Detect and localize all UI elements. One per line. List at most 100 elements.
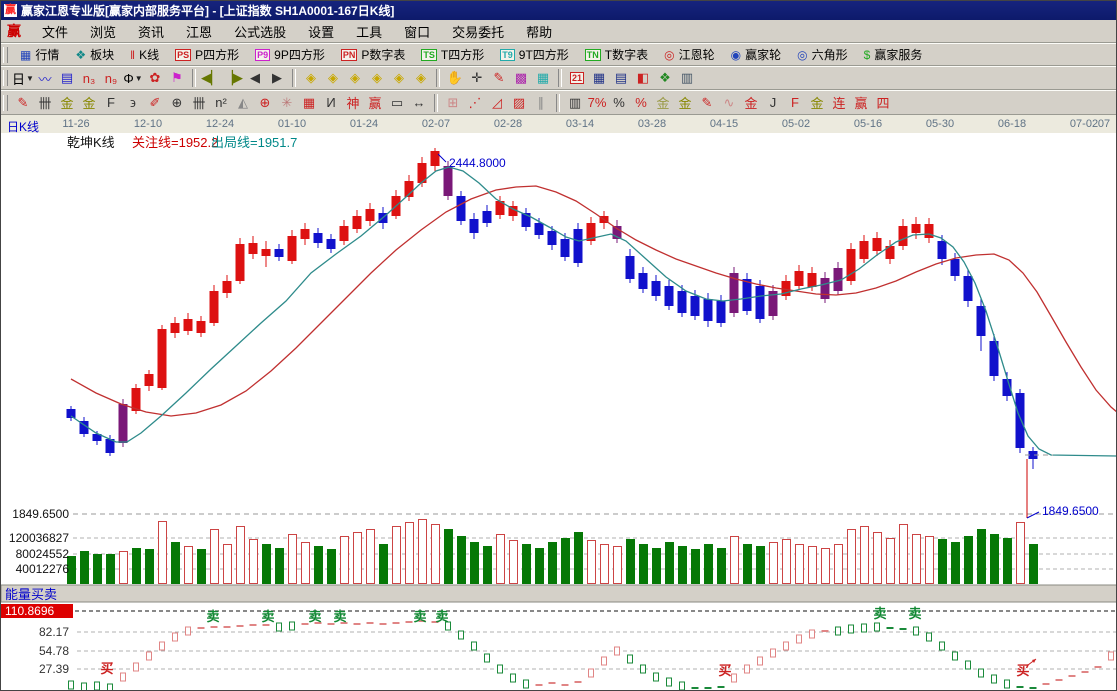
nav-tool-15[interactable]: ◈: [322, 68, 344, 88]
menu-item-文件[interactable]: 文件: [31, 20, 79, 43]
toolbar-button-六角形[interactable]: ◎六角形: [789, 45, 856, 65]
toolbar-button-9T四方形[interactable]: T99T四方形: [492, 45, 577, 65]
draw-tool-22[interactable]: ◿: [486, 93, 508, 113]
toolbar-button-T数字表[interactable]: TNT数字表: [577, 45, 656, 65]
draw-tool-13[interactable]: ▦: [298, 93, 320, 113]
draw-tool-7[interactable]: ⊕: [166, 93, 188, 113]
toolbar-button-K线[interactable]: ‖K线: [122, 45, 167, 65]
nav-tool-12[interactable]: ▶: [266, 68, 288, 88]
nav-tool-30[interactable]: ◧: [632, 68, 654, 88]
draw-tool-31[interactable]: 金: [674, 93, 696, 113]
draw-tool-6[interactable]: ✐: [144, 93, 166, 113]
chart-canvas[interactable]: 2444.80001849.6500乾坤K线关注线=1952.2出局线=1951…: [1, 133, 1117, 691]
nav-tool-28[interactable]: ▦: [588, 68, 610, 88]
date-tick-04-15: 04-15: [710, 118, 738, 130]
menu-item-浏览[interactable]: 浏览: [79, 20, 127, 43]
toolbar-button-赢家轮[interactable]: ◉赢家轮: [723, 45, 790, 65]
nav-tool-19[interactable]: ◈: [410, 68, 432, 88]
nav-tool-18[interactable]: ◈: [388, 68, 410, 88]
draw-tool-32[interactable]: ✎: [696, 93, 718, 113]
nav-tool-23[interactable]: ✎: [488, 68, 510, 88]
draw-tool-15[interactable]: 神: [342, 93, 364, 113]
toolbar-button-行情[interactable]: ▦行情: [12, 45, 67, 65]
nav-tool-2[interactable]: ▤: [56, 68, 78, 88]
menu-item-交易委托[interactable]: 交易委托: [441, 20, 515, 43]
draw-tool-36[interactable]: F: [784, 93, 806, 113]
nav-tool-14[interactable]: ◈: [300, 68, 322, 88]
toolbar-button-板块[interactable]: ❖板块: [67, 45, 122, 65]
nav-tool-17[interactable]: ◈: [366, 68, 388, 88]
nav-tool-10[interactable]: ▕▶: [222, 68, 244, 88]
draw-tool-34[interactable]: 金: [740, 93, 762, 113]
svg-text:1849.6500: 1849.6500: [12, 507, 69, 521]
menu-item-设置[interactable]: 设置: [297, 20, 345, 43]
menu-logo-icon[interactable]: 赢: [7, 21, 21, 41]
menu-item-窗口[interactable]: 窗口: [393, 20, 441, 43]
draw-tool-35[interactable]: J: [762, 93, 784, 113]
nav-tool-25[interactable]: ▦: [532, 68, 554, 88]
tool-icon: ∿: [724, 95, 735, 111]
nav-tool-5[interactable]: Φ▼: [122, 68, 144, 88]
draw-tool-2[interactable]: 金: [56, 93, 78, 113]
nav-tool-7[interactable]: ⚑: [166, 68, 188, 88]
draw-tool-11[interactable]: ⊕: [254, 93, 276, 113]
draw-tool-23[interactable]: ▨: [508, 93, 530, 113]
menu-item-公式选股[interactable]: 公式选股: [223, 20, 297, 43]
nav-tool-24[interactable]: ▩: [510, 68, 532, 88]
draw-tool-27[interactable]: 7%: [586, 93, 608, 113]
nav-tool-31[interactable]: ❖: [654, 68, 676, 88]
nav-tool-21[interactable]: ✋: [444, 68, 466, 88]
draw-tool-26[interactable]: ▥: [564, 93, 586, 113]
menu-item-江恩[interactable]: 江恩: [175, 20, 223, 43]
draw-tool-30[interactable]: 金: [652, 93, 674, 113]
draw-tool-12[interactable]: ✳: [276, 93, 298, 113]
menu-item-帮助[interactable]: 帮助: [515, 20, 563, 43]
draw-tool-5[interactable]: ϶: [122, 93, 144, 113]
nav-tool-1[interactable]: 〰: [34, 68, 56, 88]
menu-item-工具[interactable]: 工具: [345, 20, 393, 43]
nav-tool-32[interactable]: ▥: [676, 68, 698, 88]
nav-tool-16[interactable]: ◈: [344, 68, 366, 88]
tool-icon: 金: [60, 93, 73, 112]
toolbar-button-P数字表[interactable]: PNP数字表: [333, 45, 414, 65]
draw-tool-1[interactable]: 卌: [34, 93, 56, 113]
draw-tool-37[interactable]: 金: [806, 93, 828, 113]
draw-tool-40[interactable]: 四: [872, 93, 894, 113]
draw-tool-8[interactable]: 卌: [188, 93, 210, 113]
nav-tool-29[interactable]: ▤: [610, 68, 632, 88]
draw-tool-18[interactable]: ↔: [408, 93, 430, 113]
tool-icon: ▥: [681, 70, 693, 86]
draw-tool-3[interactable]: 金: [78, 93, 100, 113]
toolbar-button-江恩轮[interactable]: ◎江恩轮: [656, 45, 723, 65]
draw-tool-16[interactable]: 赢: [364, 93, 386, 113]
draw-tool-9[interactable]: n²: [210, 93, 232, 113]
draw-tool-4[interactable]: F: [100, 93, 122, 113]
nav-tool-0[interactable]: 日▼: [12, 68, 34, 88]
draw-tool-33[interactable]: ∿: [718, 93, 740, 113]
app-window: 赢 赢家江恩专业版[赢家内部服务平台] - [上证指数 SH1A0001-167…: [0, 0, 1117, 691]
draw-tool-28[interactable]: %: [608, 93, 630, 113]
draw-tool-0[interactable]: ✎: [12, 93, 34, 113]
draw-tool-39[interactable]: 赢: [850, 93, 872, 113]
draw-tool-17[interactable]: ▭: [386, 93, 408, 113]
toolbar-button-9P四方形[interactable]: P99P四方形: [247, 45, 333, 65]
toolbar-button-T四方形[interactable]: TST四方形: [413, 45, 492, 65]
nav-tool-9[interactable]: ◀▏: [200, 68, 222, 88]
tool-icon: ◈: [328, 70, 338, 86]
nav-tool-4[interactable]: n₉: [100, 68, 122, 88]
draw-tool-38[interactable]: 连: [828, 93, 850, 113]
draw-tool-20[interactable]: ⊞: [442, 93, 464, 113]
nav-tool-11[interactable]: ◀: [244, 68, 266, 88]
draw-tool-10[interactable]: ◭: [232, 93, 254, 113]
nav-tool-6[interactable]: ✿: [144, 68, 166, 88]
draw-tool-14[interactable]: И: [320, 93, 342, 113]
toolbar-button-P四方形[interactable]: PSP四方形: [167, 45, 247, 65]
nav-tool-3[interactable]: n₃: [78, 68, 100, 88]
draw-tool-29[interactable]: %: [630, 93, 652, 113]
nav-tool-22[interactable]: ✛: [466, 68, 488, 88]
toolbar-button-赢家服务[interactable]: $赢家服务: [856, 45, 931, 65]
draw-tool-21[interactable]: ⋰: [464, 93, 486, 113]
nav-tool-27[interactable]: 21: [566, 68, 588, 88]
menu-item-资讯[interactable]: 资讯: [127, 20, 175, 43]
draw-tool-24[interactable]: ∥: [530, 93, 552, 113]
